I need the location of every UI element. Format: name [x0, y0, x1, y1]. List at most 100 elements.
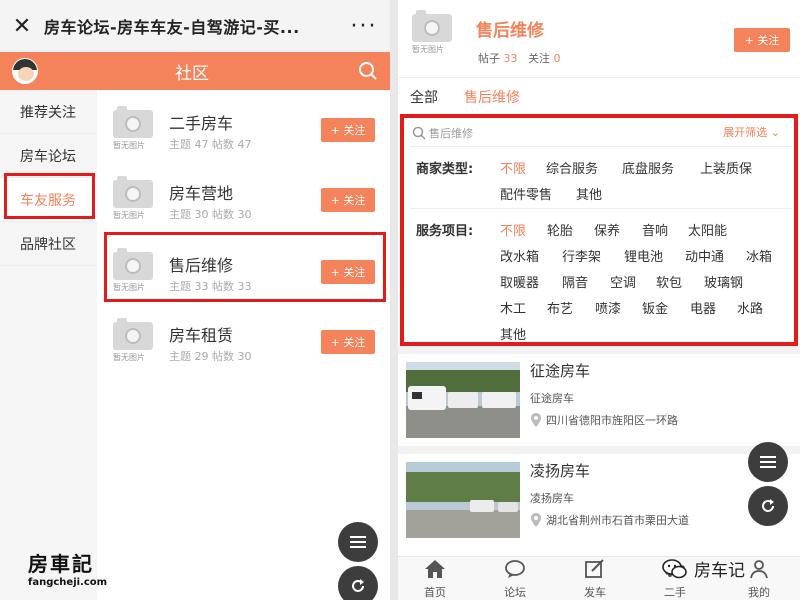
service-item-option[interactable]: 取暖器	[500, 272, 539, 291]
service-item-option[interactable]: 布艺	[547, 298, 573, 317]
sidebar-item-brands[interactable]: 品牌社区	[0, 222, 97, 266]
tab-forum[interactable]: 论坛	[490, 559, 540, 600]
board-tabs: 全部 售后维修	[398, 80, 800, 114]
service-item-option[interactable]: 钣金	[642, 298, 668, 317]
service-item-option[interactable]: 轮胎	[547, 220, 573, 239]
community-screen: ✕ 房车论坛-房车车友-自驾游记-买... ··· 社区 推荐关注 房车论坛 车…	[0, 0, 390, 600]
chevron-down-icon: ⌄	[770, 126, 780, 139]
service-item-option[interactable]: 玻璃钢	[704, 272, 743, 291]
category-sidebar: 推荐关注 房车论坛 车友服务 品牌社区	[0, 90, 97, 600]
community-header: 社区	[0, 52, 390, 90]
sidebar-item-forum[interactable]: 房车论坛	[0, 134, 97, 178]
follow-button[interactable]: + 关注	[734, 28, 790, 52]
refresh-icon	[762, 499, 774, 512]
shop-subtitle: 凌扬房车	[530, 492, 574, 505]
shop-subtitle: 征途房车	[530, 392, 574, 405]
service-item-option[interactable]: 冰箱	[746, 246, 772, 265]
window-title: 房车论坛-房车车友-自驾游记-买...	[44, 18, 300, 37]
search-icon[interactable]	[346, 61, 390, 81]
follow-button[interactable]: + 关注	[321, 118, 375, 142]
service-item-option[interactable]: 动中通	[685, 246, 724, 265]
filter-panel: 售后维修 展开筛选 ⌄ 商家类型: 不限 综合服务 底盘服务 上装质保 配件零售 其他 服…	[400, 114, 798, 346]
merchant-type-option[interactable]: 其他	[576, 184, 602, 203]
category-meta: 主题 29 帖数 30	[169, 350, 252, 363]
service-item-option[interactable]: 水路	[737, 298, 763, 317]
window-titlebar: ✕ 房车论坛-房车车友-自驾游记-买... ···	[0, 0, 390, 52]
board-header: 暂无图片 售后维修 帖子 33 关注 0 + 关注	[398, 0, 800, 78]
category-name: 房车租赁	[169, 326, 234, 345]
service-item-option[interactable]: 空调	[610, 272, 636, 291]
service-item-option[interactable]: 行李架	[562, 246, 601, 265]
menu-icon	[760, 456, 776, 468]
tab-all[interactable]: 全部	[410, 87, 438, 107]
shop-name: 征途房车	[530, 362, 591, 380]
service-item-option[interactable]: 锂电池	[624, 246, 663, 265]
wechat-icon	[662, 558, 687, 578]
expand-filter-button[interactable]: 展开筛选 ⌄	[723, 124, 780, 140]
refresh-fab[interactable]	[338, 566, 378, 600]
tab-home[interactable]: 首页	[410, 559, 460, 600]
menu-fab[interactable]	[338, 522, 378, 562]
menu-icon	[350, 536, 366, 548]
service-item-option[interactable]: 音响	[642, 220, 668, 239]
shop-address: 四川省德阳市旌阳区一环路	[530, 412, 678, 428]
chat-icon	[505, 560, 525, 578]
refresh-icon	[352, 579, 364, 592]
service-item-option[interactable]: 喷漆	[595, 298, 621, 317]
location-pin-icon	[531, 513, 541, 527]
wechat-watermark: 房车记	[662, 556, 745, 581]
merchant-type-option[interactable]: 不限	[500, 158, 526, 177]
avatar[interactable]	[12, 58, 38, 84]
follow-button[interactable]: + 关注	[321, 330, 375, 354]
refresh-fab[interactable]	[748, 486, 788, 526]
menu-fab[interactable]	[748, 442, 788, 482]
service-item-option[interactable]: 隔音	[562, 272, 588, 291]
category-list: 暂无图片 二手房车 主题 47 帖数 47 + 关注 暂无图片 房车营地 主题 …	[97, 90, 390, 600]
shop-card[interactable]: 征途房车 征途房车 四川省德阳市旌阳区一环路	[398, 354, 800, 446]
service-item-option[interactable]: 太阳能	[688, 220, 727, 239]
tab-post[interactable]: 发车	[570, 559, 620, 600]
aftersales-screen: 暂无图片 售后维修 帖子 33 关注 0 + 关注 全部 售后维修 售后维修 展…	[398, 0, 800, 600]
location-pin-icon	[531, 413, 541, 427]
merchant-type-option[interactable]: 底盘服务	[622, 158, 674, 177]
home-icon	[425, 560, 445, 578]
user-icon	[750, 560, 768, 579]
service-item-option[interactable]: 保养	[594, 220, 620, 239]
shop-photo	[406, 362, 520, 438]
list-item[interactable]: 暂无图片 房车营地 主题 30 帖数 30 + 关注	[97, 166, 390, 236]
category-name: 房车营地	[169, 184, 234, 203]
camera-icon: 暂无图片	[113, 106, 153, 150]
service-item-option[interactable]: 不限	[500, 220, 526, 239]
board-stats: 帖子 33 关注 0	[478, 52, 561, 65]
category-name: 二手房车	[169, 114, 234, 133]
shop-address: 湖北省荆州市石首市栗田大道	[530, 512, 689, 528]
list-item[interactable]: 暂无图片 房车租赁 主题 29 帖数 30 + 关注	[97, 308, 390, 378]
service-item-option[interactable]: 木工	[500, 298, 526, 317]
highlight-box-sidebar	[4, 173, 95, 219]
shop-card[interactable]: 凌扬房车 凌扬房车 湖北省荆州市石首市栗田大道	[398, 454, 800, 546]
more-icon[interactable]: ···	[338, 14, 390, 39]
merchant-type-option[interactable]: 综合服务	[546, 158, 598, 177]
list-item[interactable]: 暂无图片 二手房车 主题 47 帖数 47 + 关注	[97, 96, 390, 166]
panel-divider	[390, 0, 398, 600]
merchant-type-option[interactable]: 配件零售	[500, 184, 552, 203]
camera-icon: 暂无图片	[113, 176, 153, 220]
service-item-option[interactable]: 电器	[690, 298, 716, 317]
service-item-option[interactable]: 软包	[656, 272, 682, 291]
sidebar-item-recommended[interactable]: 推荐关注	[0, 90, 97, 134]
category-meta: 主题 30 帖数 30	[169, 208, 252, 221]
service-item-option[interactable]: 其他	[500, 324, 526, 343]
filter-search[interactable]: 售后维修	[412, 124, 473, 142]
tab-aftersales[interactable]: 售后维修	[464, 87, 520, 107]
service-item-option[interactable]: 改水箱	[500, 246, 539, 265]
merchant-type-option[interactable]: 上装质保	[700, 158, 752, 177]
page-title: 社区	[175, 63, 209, 84]
merchant-type-label: 商家类型:	[416, 162, 474, 177]
camera-icon: 暂无图片	[412, 10, 452, 54]
watermark-logo: 房車記 fangcheji.com	[28, 552, 108, 588]
search-icon	[412, 126, 426, 140]
board-title: 售后维修	[476, 21, 544, 41]
close-icon[interactable]: ✕	[0, 14, 44, 39]
follow-button[interactable]: + 关注	[321, 188, 375, 212]
camera-icon: 暂无图片	[113, 318, 153, 362]
